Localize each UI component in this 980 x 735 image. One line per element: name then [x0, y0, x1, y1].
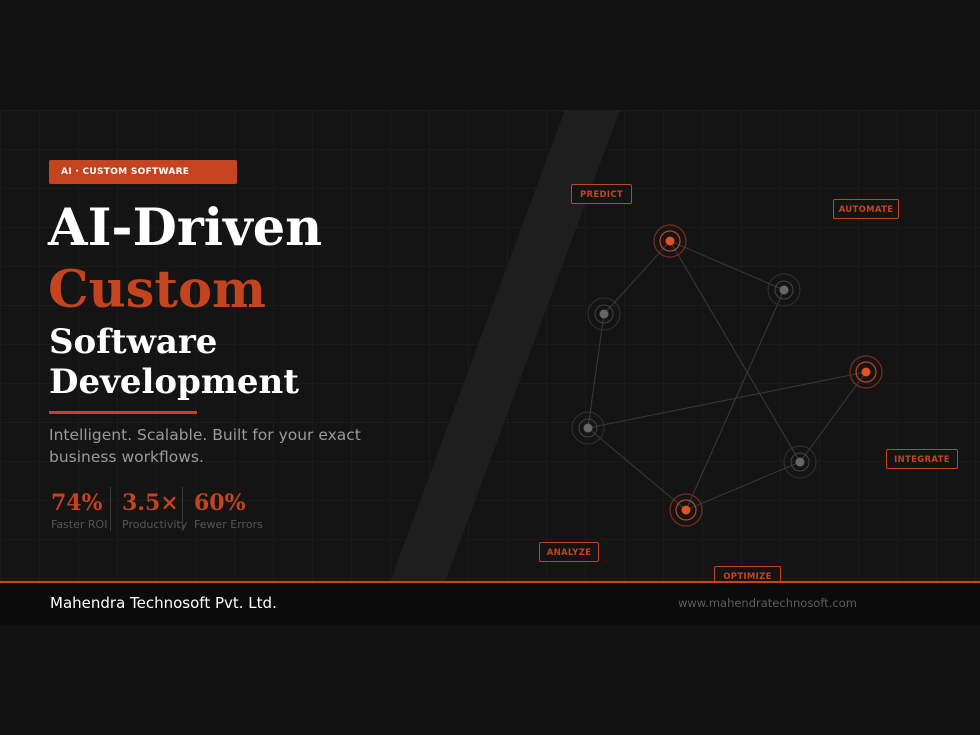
stat-productivity: 3.5× Productivity — [122, 490, 187, 531]
stat-roi: 74% Faster ROI — [51, 490, 107, 531]
accent-divider — [49, 411, 197, 414]
node-accent-3 — [669, 493, 703, 527]
headline-line-4: Development — [49, 362, 299, 402]
headline-line-2: Custom — [48, 260, 266, 320]
footer-bar: Mahendra Technosoft Pvt. Ltd. www.mahend… — [0, 583, 980, 625]
node-accent-2 — [849, 355, 883, 389]
stat-errors: 60% Fewer Errors — [194, 490, 263, 531]
stat-label: Productivity — [122, 518, 188, 531]
stat-value: 74% — [51, 490, 103, 516]
company-name: Mahendra Technosoft Pvt. Ltd. — [50, 594, 277, 612]
tagline: Intelligent. Scalable. Built for your ex… — [49, 426, 361, 466]
stat-label: Faster ROI — [51, 518, 108, 531]
tag-automate: AUTOMATE — [833, 199, 899, 219]
headline-line-1: AI-Driven — [48, 198, 323, 258]
tag-analyze: ANALYZE — [539, 542, 599, 562]
stat-value: 60% — [194, 490, 246, 516]
node-gray-3 — [571, 411, 605, 445]
stat-separator — [110, 487, 111, 531]
node-gray-2 — [767, 273, 801, 307]
node-gray-1 — [587, 297, 621, 331]
node-accent-1 — [653, 224, 687, 258]
stat-label: Fewer Errors — [194, 518, 263, 531]
website-link[interactable]: www.mahendratechnosoft.com — [678, 596, 857, 610]
tag-integrate: INTEGRATE — [886, 449, 958, 469]
category-badge: AI · CUSTOM SOFTWARE — [49, 160, 237, 184]
stat-value: 3.5× — [122, 490, 179, 516]
headline-line-3: Software — [49, 322, 218, 362]
node-gray-4 — [783, 445, 817, 479]
tag-predict: PREDICT — [571, 184, 632, 204]
stat-separator — [182, 487, 183, 531]
hero-banner: AI · CUSTOM SOFTWARE AI-Driven Custom So… — [0, 110, 980, 625]
